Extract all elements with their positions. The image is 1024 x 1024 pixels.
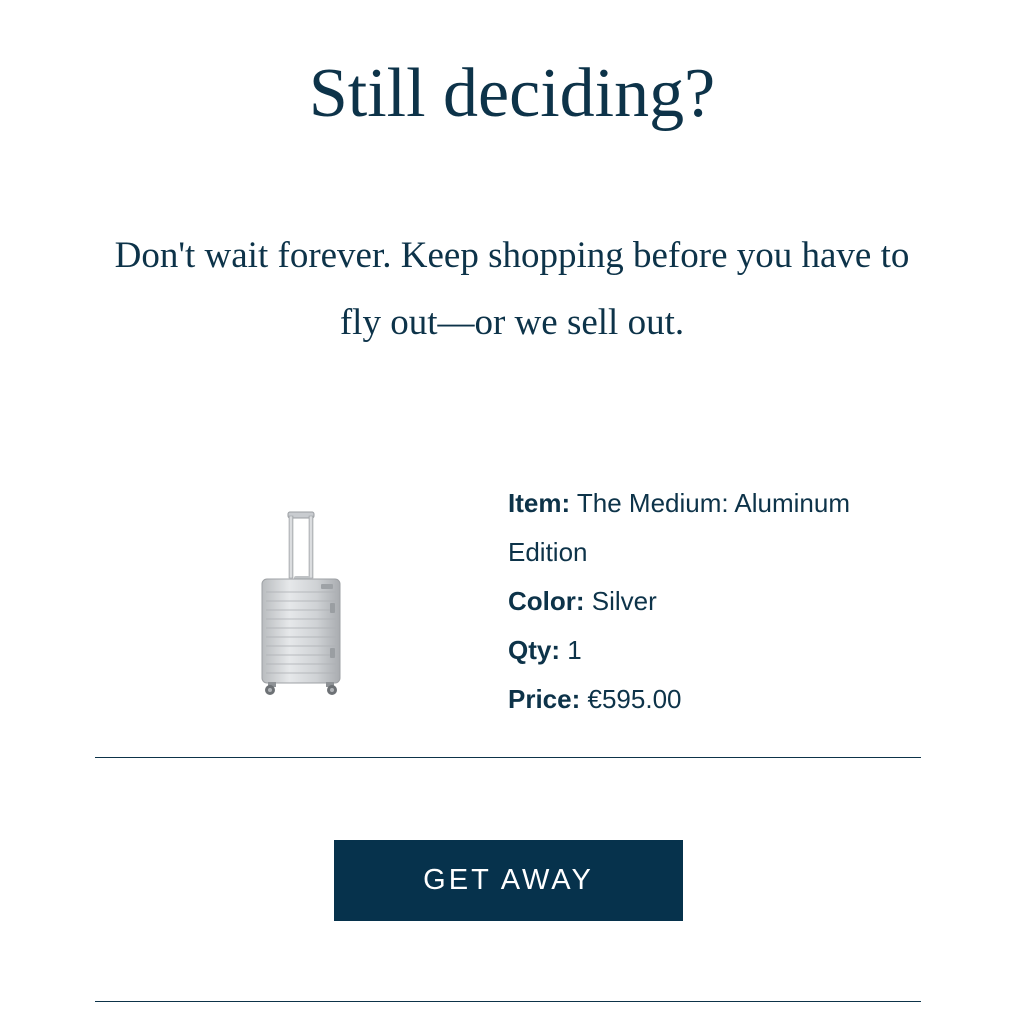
item-label: Item: xyxy=(508,488,571,518)
price-value: €595.00 xyxy=(587,684,682,714)
color-value: Silver xyxy=(591,586,657,616)
email-body: Still deciding? Don't wait forever. Keep… xyxy=(0,0,1024,1024)
product-details: Item: The Medium: Aluminum Edition Color… xyxy=(508,479,908,724)
qty-label: Qty: xyxy=(508,635,560,665)
subcopy: Don't wait forever. Keep shopping before… xyxy=(114,235,910,343)
color-label: Color: xyxy=(508,586,585,616)
headline: Still deciding? xyxy=(308,55,716,132)
qty-row: Qty: 1 xyxy=(508,626,908,675)
get-away-button[interactable]: GET AWAY xyxy=(334,840,683,921)
price-row: Price: €595.00 xyxy=(508,675,908,724)
item-row: Item: The Medium: Aluminum Edition xyxy=(508,479,908,577)
qty-value: 1 xyxy=(567,635,582,665)
suitcase-image[interactable] xyxy=(250,508,350,696)
price-label: Price: xyxy=(508,684,581,714)
divider-top xyxy=(95,757,921,758)
color-row: Color: Silver xyxy=(508,577,908,626)
divider-bottom xyxy=(95,1001,921,1002)
